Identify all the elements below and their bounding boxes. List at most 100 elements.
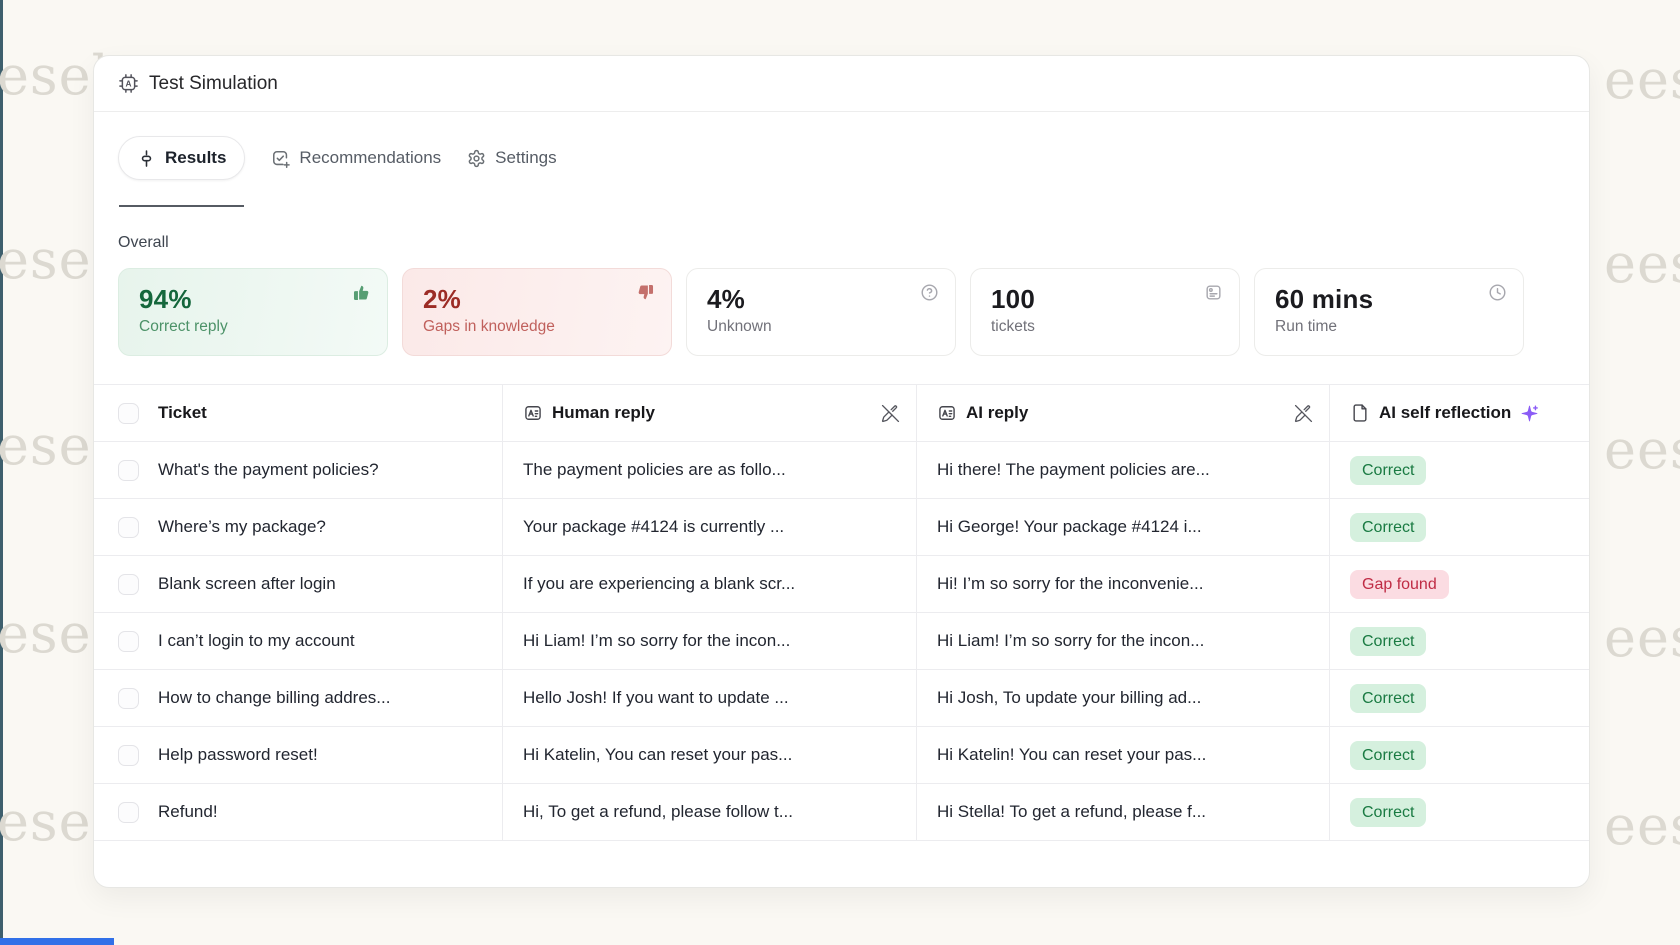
- check-square-plus-icon: [271, 149, 290, 168]
- stat-card-gaps-in-knowledge: 2% Gaps in knowledge: [402, 268, 672, 356]
- human-reply-cell-text: Hi Liam! I’m so sorry for the incon...: [523, 631, 790, 651]
- ai-reply-cell: Hi Liam! I’m so sorry for the incon...: [917, 613, 1330, 669]
- human-reply-cell-text: If you are experiencing a blank scr...: [523, 574, 795, 594]
- human-reply-cell: Hello Josh! If you want to update ...: [503, 670, 917, 726]
- reflection-badge: Correct: [1350, 627, 1426, 656]
- stat-label: Gaps in knowledge: [423, 318, 651, 336]
- thumbs-down-icon: [636, 283, 655, 302]
- sparkles-icon: [1520, 404, 1539, 423]
- stat-value: 94%: [139, 284, 367, 315]
- help-circle-icon[interactable]: [920, 283, 939, 302]
- stat-value: 4%: [707, 284, 935, 315]
- human-reply-cell-text: Hi Katelin, You can reset your pas...: [523, 745, 792, 765]
- human-reply-cell-text: The payment policies are as follo...: [523, 460, 786, 480]
- taskbar-accent-bar: [0, 938, 114, 945]
- page-title: Test Simulation: [149, 73, 278, 95]
- row-checkbox[interactable]: [118, 802, 139, 823]
- select-all-checkbox[interactable]: [118, 403, 139, 424]
- table-row[interactable]: Refund! Hi, To get a refund, please foll…: [94, 784, 1589, 841]
- overall-stats: 94% Correct reply 2% Gaps in knowledge 4…: [118, 268, 1565, 356]
- eesel-watermark: eesel: [1604, 48, 1680, 111]
- human-reply-cell: Hi Katelin, You can reset your pas...: [503, 727, 917, 783]
- reflection-cell: Correct: [1330, 727, 1589, 783]
- table-row[interactable]: Help password reset! Hi Katelin, You can…: [94, 727, 1589, 784]
- table-row[interactable]: Where’s my package? Your package #4124 i…: [94, 499, 1589, 556]
- ticket-cell-text: Blank screen after login: [158, 574, 336, 594]
- row-checkbox[interactable]: [118, 745, 139, 766]
- ai-reply-cell: Hi George! Your package #4124 i...: [917, 499, 1330, 555]
- row-checkbox[interactable]: [118, 574, 139, 595]
- stat-value: 60 mins: [1275, 284, 1503, 315]
- human-reply-cell: Hi, To get a refund, please follow t...: [503, 784, 917, 840]
- ticket-cell-text: Help password reset!: [158, 745, 318, 765]
- stat-label: Run time: [1275, 318, 1503, 336]
- column-label: AI self reflection: [1379, 403, 1511, 423]
- tab-bar: Results Recommendations Settings: [118, 136, 1565, 180]
- tab-recommendations[interactable]: Recommendations: [271, 148, 441, 168]
- row-checkbox[interactable]: [118, 688, 139, 709]
- reflection-badge: Correct: [1350, 456, 1426, 485]
- reflection-cell: Correct: [1330, 670, 1589, 726]
- tab-results[interactable]: Results: [118, 136, 245, 180]
- header-cell-human-reply: Human reply: [503, 385, 917, 441]
- table-row[interactable]: Blank screen after login If you are expe…: [94, 556, 1589, 613]
- row-checkbox[interactable]: [118, 631, 139, 652]
- pencil-off-icon[interactable]: [1294, 404, 1313, 423]
- human-reply-cell-text: Your package #4124 is currently ...: [523, 517, 784, 537]
- gear-icon: [467, 149, 486, 168]
- column-label: Ticket: [158, 403, 207, 423]
- ai-reply-cell: Hi there! The payment policies are...: [917, 442, 1330, 498]
- header-cell-ai-reply: AI reply: [917, 385, 1330, 441]
- overall-section-label: Overall: [118, 234, 1565, 252]
- test-simulation-panel: A Test Simulation Results Recommendation…: [93, 55, 1590, 888]
- row-checkbox[interactable]: [118, 460, 139, 481]
- tab-label: Results: [165, 148, 226, 168]
- human-reply-cell: Hi Liam! I’m so sorry for the incon...: [503, 613, 917, 669]
- file-icon: [1350, 403, 1370, 423]
- ai-reply-cell: Hi! I’m so sorry for the inconvenie...: [917, 556, 1330, 612]
- header-cell-ai-self-reflection: AI self reflection: [1330, 385, 1589, 441]
- ai-reply-cell-text: Hi Liam! I’m so sorry for the incon...: [937, 631, 1204, 651]
- eesel-watermark: eesel: [1604, 794, 1680, 857]
- stat-card-tickets: 100 tickets: [970, 268, 1240, 356]
- reflection-cell: Correct: [1330, 499, 1589, 555]
- ticket-cell: Refund!: [94, 784, 503, 840]
- stat-card-run-time: 60 mins Run time: [1254, 268, 1524, 356]
- eesel-watermark: eesel: [1604, 232, 1680, 295]
- letter-text-icon: [937, 403, 957, 423]
- table-header-row: Ticket Human reply: [94, 385, 1589, 442]
- reflection-cell: Correct: [1330, 784, 1589, 840]
- reflection-badge: Correct: [1350, 741, 1426, 770]
- table-row[interactable]: What's the payment policies? The payment…: [94, 442, 1589, 499]
- ticket-note-icon: [1204, 283, 1223, 302]
- results-table: Ticket Human reply: [94, 384, 1589, 841]
- table-row[interactable]: I can’t login to my account Hi Liam! I’m…: [94, 613, 1589, 670]
- table-row[interactable]: How to change billing addres... Hello Jo…: [94, 670, 1589, 727]
- stat-label: Correct reply: [139, 318, 367, 336]
- svg-text:A: A: [126, 79, 132, 89]
- stat-value: 100: [991, 284, 1219, 315]
- human-reply-cell: The payment policies are as follo...: [503, 442, 917, 498]
- tab-label: Settings: [495, 148, 556, 168]
- reflection-badge: Gap found: [1350, 570, 1449, 599]
- ticket-cell: Help password reset!: [94, 727, 503, 783]
- eesel-watermark: eesel: [1604, 606, 1680, 669]
- column-label: AI reply: [966, 403, 1028, 423]
- tab-settings[interactable]: Settings: [467, 148, 556, 168]
- pencil-off-icon[interactable]: [881, 404, 900, 423]
- reflection-cell: Gap found: [1330, 556, 1589, 612]
- human-reply-cell-text: Hi, To get a refund, please follow t...: [523, 802, 793, 822]
- header-cell-ticket: Ticket: [94, 385, 503, 441]
- ai-reply-cell: Hi Josh, To update your billing ad...: [917, 670, 1330, 726]
- ai-reply-cell-text: Hi! I’m so sorry for the inconvenie...: [937, 574, 1203, 594]
- row-checkbox[interactable]: [118, 517, 139, 538]
- reflection-cell: Correct: [1330, 442, 1589, 498]
- human-reply-cell: If you are experiencing a blank scr...: [503, 556, 917, 612]
- ai-reply-cell-text: Hi there! The payment policies are...: [937, 460, 1210, 480]
- human-reply-cell: Your package #4124 is currently ...: [503, 499, 917, 555]
- ai-chip-icon: A: [118, 73, 139, 94]
- ai-reply-cell-text: Hi Katelin! You can reset your pas...: [937, 745, 1206, 765]
- stat-card-correct-reply: 94% Correct reply: [118, 268, 388, 356]
- reflection-badge: Correct: [1350, 513, 1426, 542]
- stat-value: 2%: [423, 284, 651, 315]
